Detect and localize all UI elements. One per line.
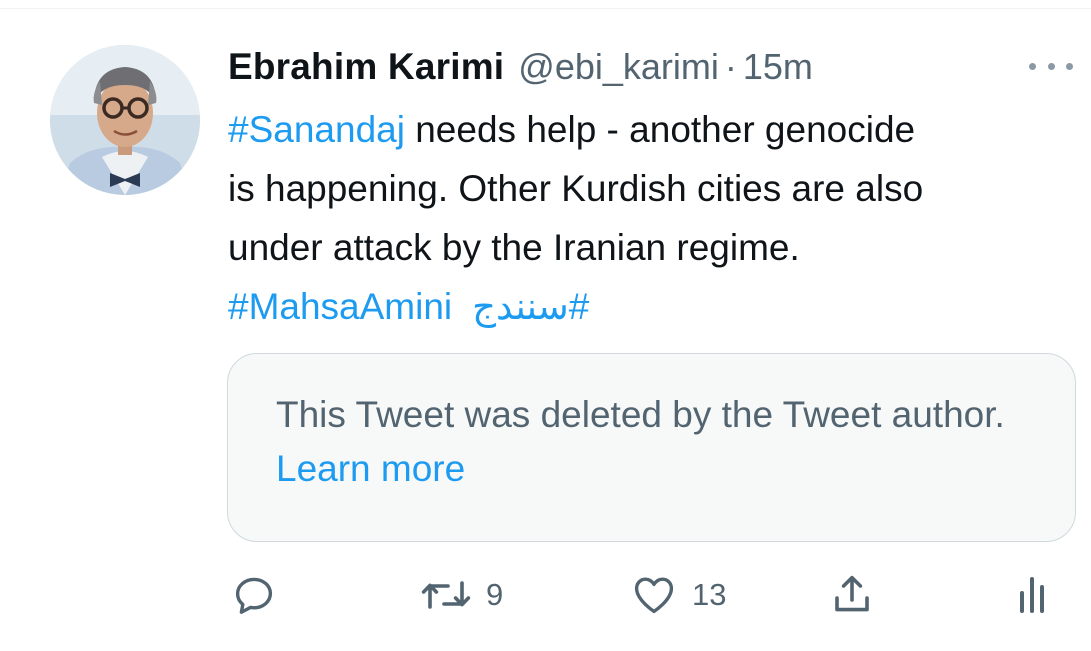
deleted-tweet-message: This Tweet was deleted by the Tweet auth…: [276, 394, 1005, 435]
hashtag-mahsaamini[interactable]: #MahsaAmini: [228, 286, 452, 327]
share-button[interactable]: [828, 560, 876, 630]
analytics-icon: [1020, 577, 1044, 613]
deleted-tweet-notice: This Tweet was deleted by the Tweet auth…: [276, 388, 1036, 496]
share-icon: [835, 575, 869, 612]
reply-button[interactable]: [230, 560, 278, 630]
tweet-line-1: #Sanandaj needs help - another genocide: [228, 100, 1078, 159]
hashtag-sanandaj-persian[interactable]: #سنندج: [472, 286, 589, 327]
retweet-icon: [421, 581, 471, 609]
like-button[interactable]: 13: [630, 560, 726, 630]
top-divider: [0, 8, 1091, 9]
heart-icon: [634, 577, 674, 614]
tweet-line-1-text: needs help - another genocide: [404, 109, 916, 150]
retweet-count: 9: [486, 577, 504, 612]
more-dot: [1066, 62, 1073, 70]
quoted-tweet-card[interactable]: This Tweet was deleted by the Tweet auth…: [227, 353, 1076, 542]
learn-more-link[interactable]: Learn more: [276, 448, 465, 489]
tweet-actions: 9 13: [0, 560, 1091, 630]
timestamp[interactable]: 15m: [743, 46, 813, 88]
more-dot: [1029, 62, 1036, 70]
tweet-line-3: under attack by the Iranian regime.: [228, 227, 800, 268]
more-dot: [1047, 62, 1055, 70]
tweet-line-2: is happening. Other Kurdish cities are a…: [228, 168, 924, 209]
more-options-icon[interactable]: [1029, 56, 1073, 76]
analytics-button[interactable]: [1012, 560, 1052, 630]
separator-dot: ·: [724, 46, 737, 87]
retweet-button[interactable]: 9: [420, 560, 503, 630]
like-count: 13: [692, 577, 727, 612]
avatar-photo: [50, 45, 200, 195]
author-handle[interactable]: @ebi_karimi: [518, 46, 719, 88]
author-name[interactable]: Ebrahim Karimi: [228, 46, 504, 88]
tweet-line-4: #MahsaAmini #سنندج: [228, 277, 1078, 336]
reply-icon: [235, 577, 273, 614]
tweet-header: Ebrahim Karimi @ebi_karimi · 15m: [228, 44, 813, 90]
avatar[interactable]: [50, 45, 200, 195]
hashtag-sanandaj[interactable]: #Sanandaj: [228, 109, 405, 150]
tweet-text: #Sanandaj needs help - another genocide …: [228, 100, 1078, 336]
